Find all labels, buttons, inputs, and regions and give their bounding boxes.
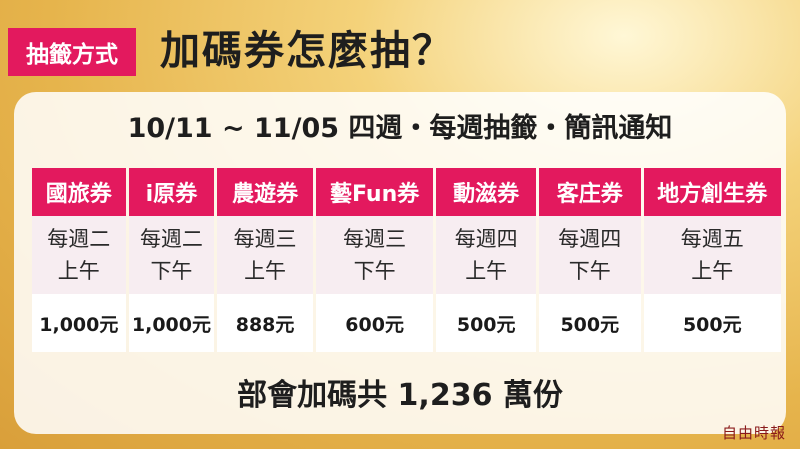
column-header: 客庄券 [538, 168, 641, 216]
schedule-cell: 每週二 上午 [32, 216, 126, 294]
column-header: 地方創生券 [643, 168, 781, 216]
table-header-row: 國旅券 i原券 農遊券 藝Fun券 動滋券 客庄券 地方創生券 [32, 168, 784, 216]
amount-cell: 1,000元 [32, 294, 126, 352]
column-header: 農遊券 [217, 168, 313, 216]
schedule-cell: 每週四 上午 [436, 216, 536, 294]
amount-cell: 1,000元 [128, 294, 215, 352]
draw-time: 下午 [568, 259, 611, 283]
amount-cell: 500元 [643, 294, 781, 352]
amount-cell: 500元 [538, 294, 641, 352]
page-title: 加碼券怎麼抽？ [160, 28, 454, 74]
draw-day: 每週二 [139, 227, 203, 251]
section-tag: 抽籤方式 [8, 28, 136, 76]
schedule-cell: 每週三 上午 [217, 216, 313, 294]
draw-day: 每週五 [680, 227, 744, 251]
draw-day: 每週四 [454, 227, 518, 251]
schedule-subtitle: 10/11 ~ 11/05 四週・每週抽籤・簡訊通知 [127, 113, 673, 144]
publisher-credit: 自由時報 [721, 424, 786, 442]
voucher-table: 國旅券 i原券 農遊券 藝Fun券 動滋券 客庄券 地方創生券 每週二 上午 每… [32, 168, 784, 352]
draw-time: 上午 [57, 259, 100, 283]
amount-cell: 600元 [315, 294, 434, 352]
column-header: 藝Fun券 [315, 168, 434, 216]
schedule-cell: 每週三 下午 [315, 216, 434, 294]
draw-day: 每週四 [558, 227, 622, 251]
draw-time: 下午 [150, 259, 193, 283]
schedule-cell: 每週二 下午 [128, 216, 215, 294]
draw-time: 上午 [244, 259, 287, 283]
draw-time: 上午 [465, 259, 508, 283]
amount-cell: 500元 [436, 294, 536, 352]
total-summary: 部會加碼共 1,236 萬份 [237, 378, 563, 413]
table-row: 每週二 上午 每週二 下午 每週三 上午 每週三 下午 每週四 上午 每週四 下… [32, 216, 784, 294]
info-panel: 10/11 ~ 11/05 四週・每週抽籤・簡訊通知 國旅券 i原券 農遊券 藝… [14, 92, 786, 434]
column-header: i原券 [128, 168, 215, 216]
table-row: 1,000元 1,000元 888元 600元 500元 500元 500元 [32, 294, 784, 352]
schedule-cell: 每週五 上午 [643, 216, 781, 294]
draw-time: 上午 [691, 259, 734, 283]
draw-day: 每週三 [233, 227, 297, 251]
draw-time: 下午 [353, 259, 396, 283]
amount-cell: 888元 [217, 294, 313, 352]
draw-day: 每週三 [343, 227, 407, 251]
draw-day: 每週二 [47, 227, 111, 251]
column-header: 動滋券 [436, 168, 536, 216]
column-header: 國旅券 [32, 168, 126, 216]
schedule-cell: 每週四 下午 [538, 216, 641, 294]
